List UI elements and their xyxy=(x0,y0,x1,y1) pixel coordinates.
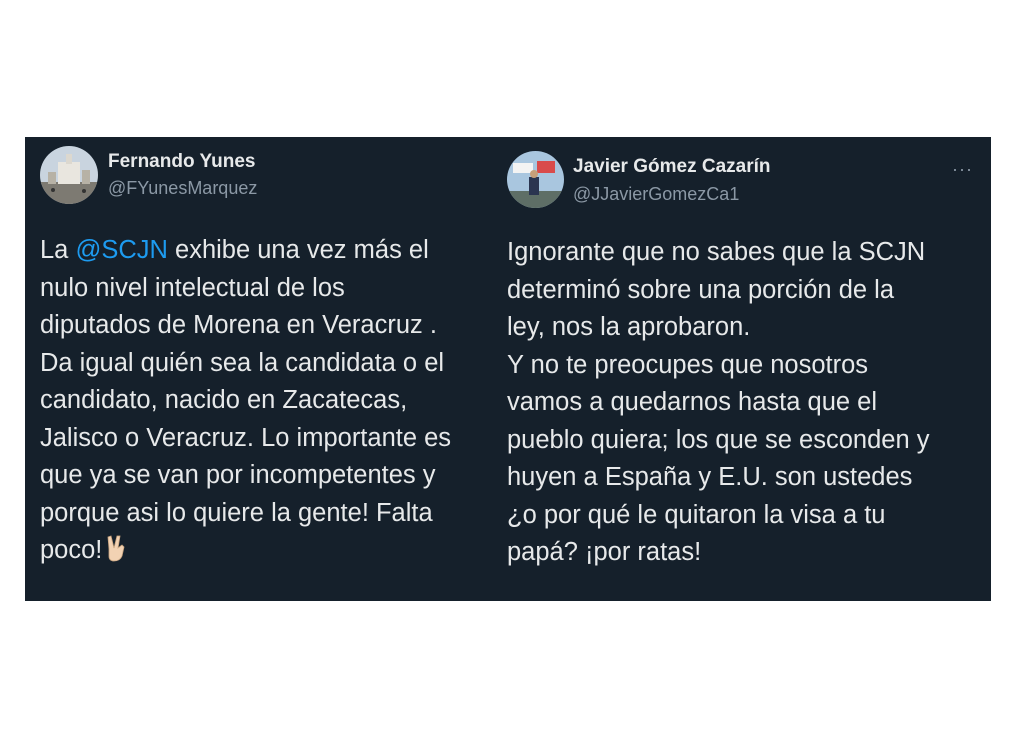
victory-hand-icon xyxy=(105,534,127,574)
tweet-line: nulo nivel intelectual de los xyxy=(40,273,345,302)
tweet-line: La @SCJN exhibe una vez más el xyxy=(40,236,429,264)
tweet-line: que ya se van por incompetentes y xyxy=(40,461,436,489)
tweet-line: Da igual quién sea la candidata o el xyxy=(40,348,445,377)
mention-link[interactable]: @SCJN xyxy=(75,236,167,264)
avatar-fernando-yunes[interactable] xyxy=(40,146,98,204)
tweet-line: determinó sobre una porción de la xyxy=(507,275,894,304)
tweet-line: Ignorante que no sabes que la SCJN xyxy=(507,238,926,266)
tweet-line: porque asi lo quiere la gente! Falta xyxy=(40,498,433,527)
author-handle[interactable]: @JJavierGomezCa1 xyxy=(573,184,739,205)
tweet-fernando-yunes: Fernando Yunes @FYunesMarquez La @SCJN e… xyxy=(25,137,503,601)
tweet-line: candidato, nacido en Zacatecas, xyxy=(40,386,408,414)
author-handle[interactable]: @FYunesMarquez xyxy=(108,178,257,199)
tweet-text: La @SCJN exhibe una vez más el nulo nive… xyxy=(40,232,451,570)
tweet-text: Ignorante que no sabes que la SCJN deter… xyxy=(507,234,929,572)
tweet-line: ¿o por qué le quitaron la visa a tu xyxy=(507,500,886,529)
author-name[interactable]: Fernando Yunes xyxy=(108,151,255,173)
more-options-icon[interactable]: ··· xyxy=(952,159,973,180)
tweet-line: papá? ¡por ratas! xyxy=(507,538,702,566)
tweet-line: Jalisco o Veracruz. Lo importante es xyxy=(40,423,452,452)
tweet-line: vamos a quedarnos hasta que el xyxy=(507,388,877,416)
tweet-line: poco! xyxy=(40,532,451,570)
tweet-line: pueblo quiera; los que se esconden y xyxy=(507,425,930,454)
tweet-line: huyen a España y E.U. son ustedes xyxy=(507,463,913,491)
avatar-javier-gomez[interactable] xyxy=(507,151,564,208)
tweet-line: diputados de Morena en Veracruz . xyxy=(40,311,437,339)
tweets-panel: Fernando Yunes @FYunesMarquez La @SCJN e… xyxy=(25,137,991,601)
tweet-javier-gomez: Javier Gómez Cazarín @JJavierGomezCa1 ··… xyxy=(503,137,991,601)
tweet-line: ley, nos la aprobaron. xyxy=(507,313,751,341)
author-name[interactable]: Javier Gómez Cazarín xyxy=(573,156,770,178)
tweet-line: Y no te preocupes que nosotros xyxy=(507,350,869,379)
